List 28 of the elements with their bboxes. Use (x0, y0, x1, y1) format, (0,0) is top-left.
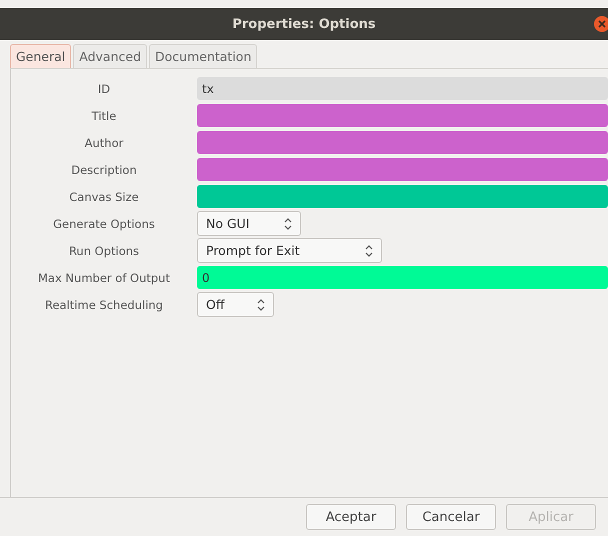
spinner-icon (257, 298, 265, 310)
close-icon[interactable] (594, 16, 608, 32)
dropdown[interactable]: Off (197, 292, 274, 317)
input-field[interactable] (197, 185, 608, 208)
dropdown[interactable]: Prompt for Exit (197, 238, 382, 263)
field-label: Title (90, 108, 118, 122)
field-label: Run Options (68, 244, 140, 258)
field-label: ID (96, 82, 112, 96)
tab[interactable]: Documentation (149, 44, 258, 68)
spinner-icon (284, 218, 292, 230)
dialog-button[interactable]: Aceptar (306, 504, 396, 530)
input-field[interactable] (197, 104, 608, 127)
input-field[interactable] (197, 158, 608, 181)
field-label: Max Number of Output (37, 270, 171, 284)
dropdown[interactable]: No GUI (197, 211, 301, 236)
tab[interactable]: Advanced (73, 44, 148, 68)
dialog-button[interactable]: Cancelar (406, 504, 496, 530)
field-label: Description (70, 162, 138, 176)
field-label: Author (84, 136, 124, 150)
tab[interactable]: General (10, 44, 72, 68)
spinner-icon (365, 244, 373, 256)
input-field[interactable]: tx (197, 77, 608, 100)
input-field[interactable] (197, 131, 608, 154)
window-title: Properties: Options (232, 16, 376, 32)
field-label: Generate Options (52, 216, 156, 230)
input-field[interactable]: 0 (197, 266, 608, 289)
field-label: Canvas Size (68, 190, 140, 204)
field-label: Realtime Scheduling (44, 298, 164, 312)
